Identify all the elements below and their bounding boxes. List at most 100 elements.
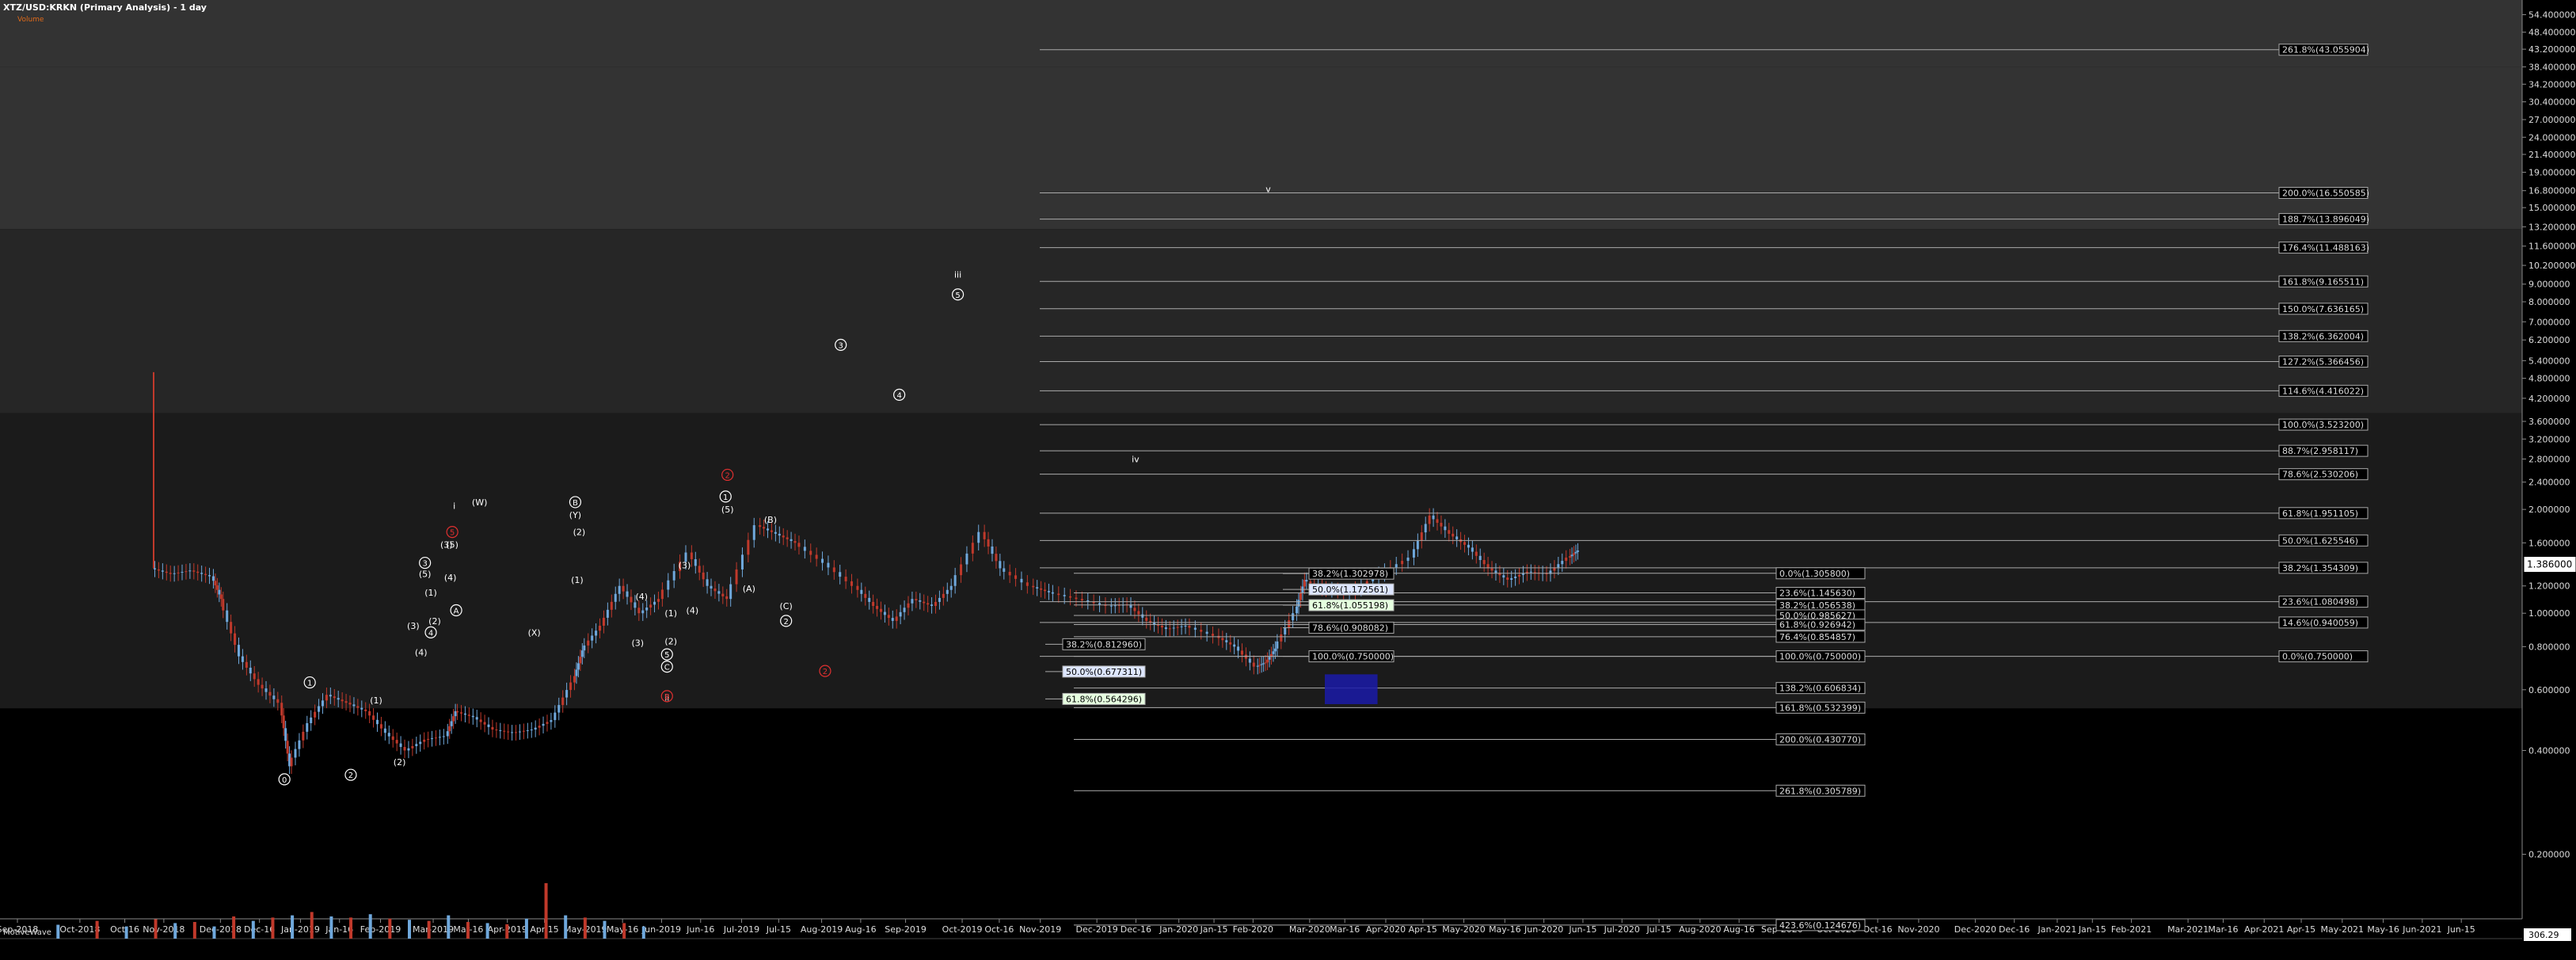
wave-label: (1) <box>571 575 584 585</box>
x-tick-label: Feb-2019 <box>360 924 401 935</box>
candle-body <box>907 603 910 608</box>
fib-label-mid: 100.0%(0.750000) <box>1779 652 1861 662</box>
candle-body <box>694 558 697 566</box>
candle-body <box>1309 581 1312 584</box>
candle-body <box>1510 577 1513 581</box>
y-tick-label: 0.600000 <box>2528 685 2570 695</box>
y-tick-label: 8.000000 <box>2528 297 2570 307</box>
candle-body <box>1518 574 1521 577</box>
candle-body <box>434 737 437 739</box>
candle-body <box>446 731 449 737</box>
candle-body <box>550 720 553 722</box>
candle-body <box>383 728 386 733</box>
candle-body <box>1164 627 1167 630</box>
candle-body <box>786 537 789 539</box>
candle-body <box>1225 640 1228 642</box>
candle-body <box>1428 515 1431 524</box>
y-tick-label: 24.000000 <box>2528 132 2576 143</box>
x-tick-label: Mar-2021 <box>2167 924 2209 935</box>
candle-body <box>360 707 363 710</box>
candle-body <box>1440 523 1443 527</box>
candle-body <box>173 573 176 574</box>
y-tick-label: 21.400000 <box>2528 150 2576 160</box>
candle-body <box>1044 589 1047 592</box>
fib-label-small: 78.6%(0.908082) <box>1312 623 1388 633</box>
wave-label: (1) <box>370 695 382 706</box>
candle-body <box>634 602 637 608</box>
wave-label: B <box>573 499 578 508</box>
candle-body <box>403 747 406 751</box>
candle-body <box>411 746 414 749</box>
y-tick-label: 38.400000 <box>2528 62 2576 72</box>
candle-body <box>752 525 755 540</box>
candle-body <box>1576 550 1579 552</box>
candle-body <box>1565 557 1568 562</box>
wave-label: (3) <box>632 638 645 649</box>
candle-body <box>379 724 382 729</box>
candle-body <box>1284 627 1287 634</box>
candle-body <box>934 601 937 606</box>
price-chart[interactable]: 54.40000048.40000043.20000038.40000034.2… <box>0 0 2576 960</box>
x-tick-label: Dec-2020 <box>1954 924 1996 935</box>
candle-body <box>1248 658 1251 663</box>
x-tick-label: Aug-16 <box>845 924 876 935</box>
candle-body <box>1432 515 1435 520</box>
candle-body <box>747 539 750 555</box>
candle-body <box>860 589 863 594</box>
wave-label: B <box>664 693 670 702</box>
wave-label: C <box>664 664 670 672</box>
candle-body <box>264 688 268 692</box>
candle-body <box>641 610 645 614</box>
volume-bar <box>408 920 411 939</box>
candle-body <box>725 596 729 600</box>
candle-body <box>395 740 398 744</box>
candle-body <box>599 625 602 631</box>
fib-label-right: 138.2%(6.362004) <box>2282 331 2364 341</box>
candle-body <box>1176 627 1179 628</box>
volume-bar <box>622 923 626 939</box>
wave-label: A <box>454 607 459 615</box>
candle-body <box>352 704 356 707</box>
candle-body <box>368 710 371 716</box>
background-band-3 <box>0 413 2522 709</box>
candle-body <box>1133 608 1136 611</box>
x-tick-label: Jan-2021 <box>2037 924 2076 935</box>
volume-bar <box>56 924 60 939</box>
candle-body <box>1193 627 1197 630</box>
candle-body <box>391 736 394 741</box>
candle-body <box>1188 625 1191 628</box>
candle-body <box>526 730 529 731</box>
candle-body <box>546 722 549 724</box>
x-tick-label: Aug-2020 <box>1679 924 1721 935</box>
candle-body <box>1145 617 1148 621</box>
candle-body <box>241 656 244 662</box>
candle-body <box>977 531 980 543</box>
wave-label: 2 <box>783 618 788 627</box>
candle-body <box>284 728 287 741</box>
x-tick-label: Dec-2019 <box>1076 924 1118 935</box>
candle-body <box>983 531 986 539</box>
candle-body <box>272 695 276 699</box>
candle-body <box>479 719 482 722</box>
candle-body <box>1229 642 1232 645</box>
candle-body <box>844 577 847 581</box>
candle-body <box>1262 663 1265 665</box>
wave-label: (5) <box>721 505 734 515</box>
candle-body <box>1014 575 1018 579</box>
wave-label: 5 <box>450 529 455 538</box>
candle-body <box>1264 662 1267 664</box>
candle-body <box>1305 580 1308 582</box>
volume-bar <box>310 912 314 939</box>
candle-body <box>915 599 918 600</box>
fib-label-left: 61.8%(0.564296) <box>1066 694 1142 704</box>
candle-body <box>419 741 422 745</box>
x-tick-label: Mar-16 <box>2208 924 2238 935</box>
candle-body <box>879 608 882 612</box>
wave-label: (2) <box>394 757 406 768</box>
candle-body <box>971 543 974 554</box>
y-tick-label: 0.200000 <box>2528 850 2570 860</box>
y-tick-label: 15.000000 <box>2528 203 2576 213</box>
candle-body <box>672 570 675 581</box>
candle-body <box>735 569 738 585</box>
candle-body <box>573 676 576 683</box>
